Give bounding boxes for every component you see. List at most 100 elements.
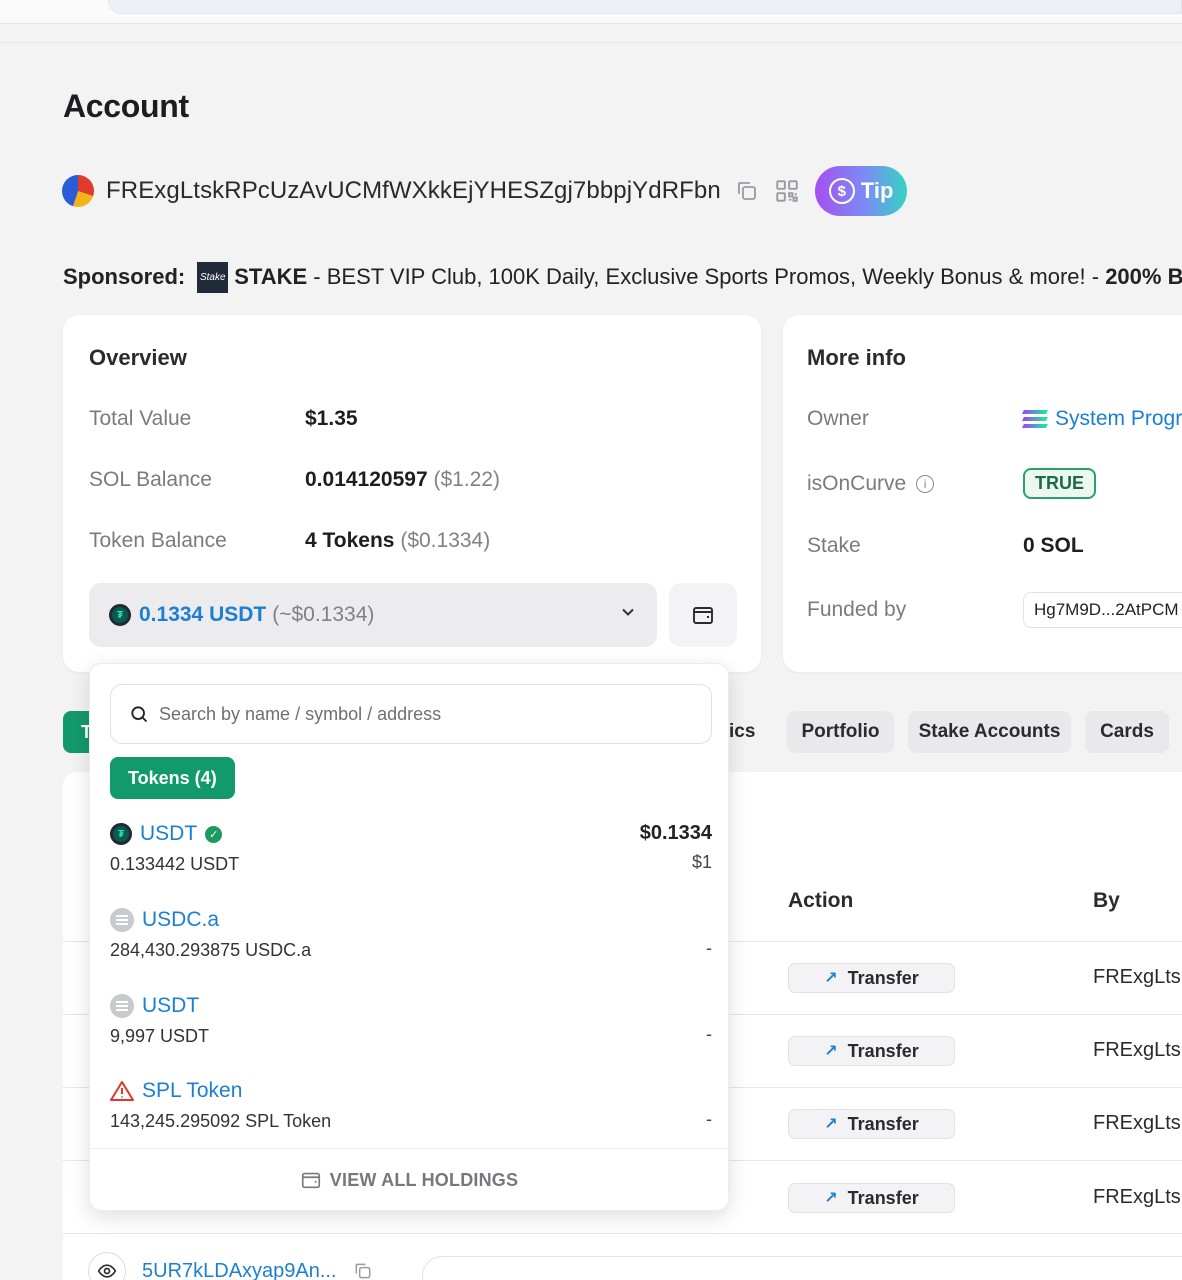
sponsored-label: Sponsored:: [63, 264, 186, 289]
page-title: Account: [63, 88, 189, 124]
sponsor-text: - BEST VIP Club, 100K Daily, Exclusive S…: [307, 264, 1106, 289]
sponsored-banner[interactable]: Sponsored: Stake STAKE - BEST VIP Club, …: [63, 260, 1182, 294]
selected-token-amount: 0.1334 USDT: [139, 603, 267, 626]
sol-balance-usd: ($1.22): [433, 468, 501, 491]
chevron-down-icon: [622, 608, 634, 616]
solana-icon: [1022, 410, 1048, 428]
action-label: Transfer: [847, 967, 919, 988]
sol-balance-amount: 0.014120597: [305, 468, 428, 491]
tab-stake-accounts[interactable]: Stake Accounts: [908, 711, 1071, 753]
token-balance: 4 Tokens ($0.1334): [305, 529, 490, 553]
total-value: $1.35: [305, 407, 358, 431]
tokens-tab[interactable]: Tokens (4): [110, 757, 235, 799]
tether-icon: ₮: [110, 823, 132, 845]
token-price: -: [706, 938, 712, 958]
tether-icon: ₮: [109, 604, 131, 626]
funded-by-label: Funded by: [807, 598, 907, 621]
wallet-icon: [301, 1172, 320, 1189]
wallet-icon: [693, 607, 713, 624]
avatar: [62, 175, 94, 207]
sponsor-highlight: 200% Bo: [1105, 264, 1182, 289]
stake-value: 0 SOL: [1023, 534, 1084, 557]
action-badge: ↗ Transfer: [788, 1183, 955, 1213]
token-list-item[interactable]: SPL Token 143,245.295092 SPL Token -: [110, 1079, 712, 1149]
action-badge: ↗ Transfer: [788, 1109, 955, 1139]
token-balance: 0.133442 USDT: [110, 854, 240, 874]
divider: [0, 42, 1182, 43]
address-row: FRExgLtskRPcUzAvUCMfWXkkEjYHESZgj7bbpjYd…: [62, 166, 908, 216]
tx-signature-link[interactable]: 5UR7kLDAxyap9An...: [142, 1260, 337, 1280]
tab-portfolio[interactable]: Portfolio: [787, 711, 894, 753]
token-balance-label: Token Balance: [89, 529, 227, 552]
sol-balance-label: SOL Balance: [89, 468, 212, 491]
wallet-button[interactable]: [669, 583, 737, 647]
action-label: Transfer: [847, 1113, 919, 1134]
token-price: $1: [691, 852, 712, 872]
verified-icon: ✓: [205, 825, 223, 843]
copy-icon[interactable]: [733, 177, 761, 205]
more-info-title: More info: [807, 345, 906, 370]
token-balance: 9,997 USDT: [110, 1026, 210, 1046]
action-label: Transfer: [847, 1040, 919, 1061]
is-on-curve-badge: TRUE: [1023, 468, 1096, 499]
eye-icon[interactable]: [88, 1252, 126, 1280]
token-price: -: [706, 1024, 712, 1044]
dollar-icon: $: [828, 178, 855, 204]
sol-balance: 0.014120597 ($1.22): [305, 468, 500, 492]
token-list-item[interactable]: ₮ USDT ✓ 0.133442 USDT $0.1334 $1: [110, 822, 712, 892]
view-all-holdings-button[interactable]: VIEW ALL HOLDINGS: [90, 1148, 728, 1211]
search-input[interactable]: [159, 703, 711, 725]
qr-code-icon[interactable]: [773, 177, 801, 205]
warning-icon: [110, 1081, 134, 1101]
info-icon[interactable]: i: [916, 475, 935, 494]
top-navbar: [0, 0, 1182, 24]
owner-link[interactable]: System Progr: [1022, 407, 1182, 431]
action-label: Transfer: [847, 1187, 919, 1208]
token-dropdown-menu: Tokens (4) ₮ USDT ✓ 0.133442 USDT $0.133…: [89, 663, 729, 1211]
owner-label: Owner: [807, 407, 869, 430]
tab-analytics[interactable]: ics: [729, 711, 774, 753]
global-search-bar[interactable]: [108, 0, 1182, 14]
tx-by-address[interactable]: FRExgLts: [1093, 966, 1181, 989]
stake-logo: Stake: [197, 261, 229, 293]
arrow-up-right-icon: ↗: [824, 1190, 838, 1207]
token-balance: 143,245.295092 SPL Token: [110, 1111, 332, 1131]
arrow-up-right-icon: ↗: [824, 970, 838, 987]
total-value-amount: $1.35: [305, 407, 358, 430]
tip-button[interactable]: $ Tip: [814, 166, 908, 216]
token-list-item[interactable]: USDT 9,997 USDT -: [110, 994, 712, 1064]
generic-token-icon: [110, 908, 134, 932]
tx-by-address[interactable]: FRExgLts: [1093, 1112, 1181, 1135]
token-search-field[interactable]: [110, 684, 712, 744]
sponsor-brand: STAKE: [234, 264, 308, 289]
token-name: USDT: [140, 822, 198, 845]
stake-label: Stake: [807, 534, 861, 557]
token-select-dropdown[interactable]: ₮ 0.1334 USDT (~$0.1334): [89, 583, 657, 647]
action-badge: ↗ Transfer: [788, 1036, 955, 1066]
arrow-up-right-icon: ↗: [824, 1043, 838, 1060]
tx-by-address[interactable]: FRExgLts: [1093, 1186, 1181, 1209]
copy-icon[interactable]: [353, 1261, 373, 1280]
is-on-curve-label: isOnCurve i: [807, 472, 935, 496]
more-info-card: More info Owner System Progr isOnCurve i…: [783, 315, 1182, 672]
token-list-item[interactable]: USDC.a 284,430.293875 USDC.a -: [110, 908, 712, 978]
tx-signature-row: 5UR7kLDAxyap9An...: [88, 1252, 373, 1280]
action-badge: ↗ Transfer: [788, 963, 955, 993]
selected-token-usd: (~$0.1334): [272, 603, 375, 626]
overview-title: Overview: [89, 345, 187, 370]
owner-value: System Progr: [1055, 407, 1182, 430]
token-value: $0.1334: [639, 822, 712, 844]
token-balance-count: 4 Tokens: [305, 529, 395, 552]
tx-by-address[interactable]: FRExgLts: [1093, 1039, 1181, 1062]
token-name: SPL Token: [142, 1079, 243, 1102]
column-header-by: By: [1093, 889, 1120, 912]
account-address: FRExgLtskRPcUzAvUCMfWXkkEjYHESZgj7bbpjYd…: [106, 177, 721, 204]
token-name: USDT: [142, 994, 200, 1017]
token-balance-usd: ($0.1334): [400, 529, 491, 552]
row-divider: [63, 1233, 1182, 1234]
arrow-up-right-icon: ↗: [824, 1116, 838, 1133]
tab-cards[interactable]: Cards: [1085, 711, 1169, 753]
tx-detail-box: [422, 1256, 1182, 1280]
search-icon: [131, 706, 148, 723]
funded-by-address[interactable]: Hg7M9D...2AtPCM: [1023, 592, 1182, 628]
